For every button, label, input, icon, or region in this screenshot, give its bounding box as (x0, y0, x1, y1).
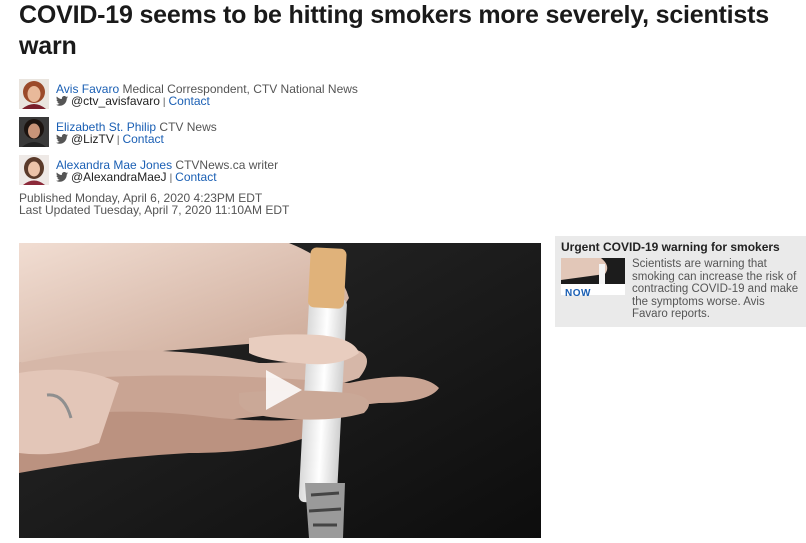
contact-link[interactable]: Contact (122, 132, 163, 146)
twitter-icon (56, 133, 68, 144)
twitter-handle-link[interactable]: @LizTV (71, 132, 114, 146)
author-photo (19, 117, 49, 147)
separator: | (169, 173, 173, 184)
related-video-card[interactable]: Urgent COVID-19 warning for smokers NOW … (555, 236, 806, 327)
updated-date: Last Updated Tuesday, April 7, 2020 11:1… (19, 203, 290, 217)
twitter-icon (56, 171, 68, 182)
contact-link[interactable]: Contact (175, 170, 216, 184)
related-video-description: Scientists are warning that smoking can … (632, 258, 799, 320)
now-badge: NOW (565, 288, 591, 299)
author-photo (19, 79, 49, 109)
article-headline: COVID-19 seems to be hitting smokers mor… (19, 1, 769, 60)
twitter-icon (56, 95, 68, 106)
separator: | (116, 135, 120, 146)
separator: | (162, 97, 166, 108)
twitter-handle-link[interactable]: @ctv_avisfavaro (71, 94, 160, 108)
video-player[interactable] (19, 243, 541, 538)
author-photo (19, 155, 49, 185)
twitter-handle-link[interactable]: @AlexandraMaeJ (71, 170, 167, 184)
contact-link[interactable]: Contact (169, 94, 210, 108)
author-byline: Elizabeth St. Philip CTV News @LizTV | Con… (19, 117, 519, 151)
author-byline: Avis Favaro Medical Correspondent, CTV N… (19, 79, 519, 113)
related-video-title[interactable]: Urgent COVID-19 warning for smokers (561, 240, 780, 254)
author-byline: Alexandra Mae Jones CTVNews.ca writer @A… (19, 155, 519, 189)
article-dates: Published Monday, April 6, 2020 4:23PM E… (19, 192, 289, 216)
author-role: CTV News (159, 120, 217, 134)
play-icon[interactable] (262, 368, 306, 412)
